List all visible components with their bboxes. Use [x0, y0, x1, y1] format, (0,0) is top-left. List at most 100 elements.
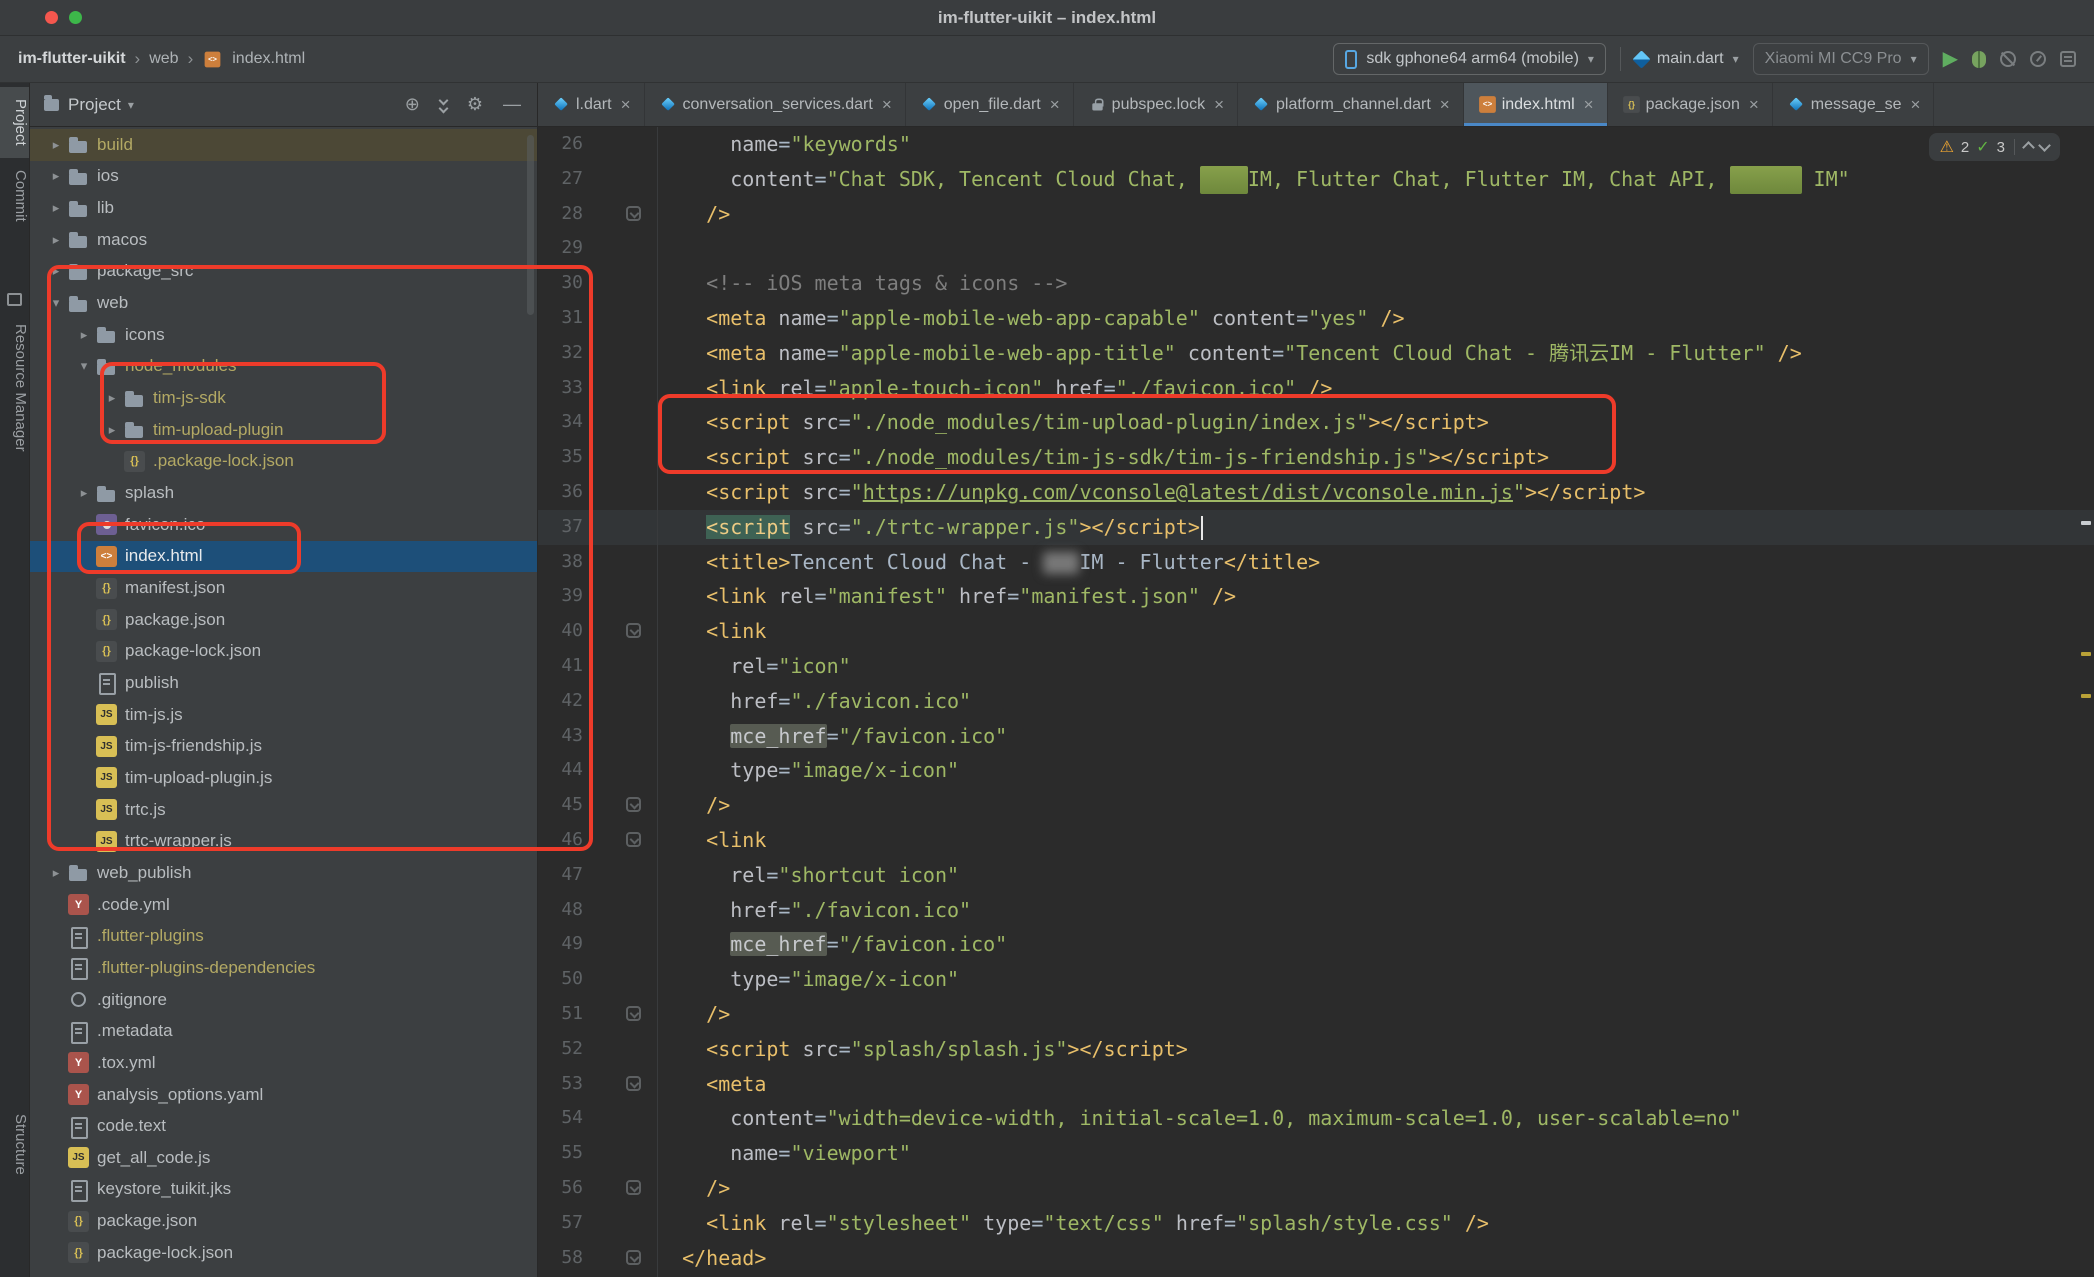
close-tab-icon[interactable]: ×	[1749, 95, 1759, 115]
collapse-all-icon[interactable]	[440, 97, 447, 112]
tree-item-.flutter-plugins[interactable]: .flutter-plugins	[30, 920, 537, 952]
fold-marker-icon[interactable]	[626, 206, 641, 221]
breadcrumb-folder[interactable]: web	[149, 50, 178, 68]
chevron-right-icon[interactable]: ▸	[44, 232, 68, 248]
tree-item-manifest.json[interactable]: manifest.json	[30, 572, 537, 604]
chevron-right-icon[interactable]: ▸	[44, 263, 68, 279]
tree-item-tim-upload-plugin.js[interactable]: tim-upload-plugin.js	[30, 762, 537, 794]
tree-item-package-lock.json[interactable]: package-lock.json	[30, 636, 537, 668]
next-problem-icon[interactable]	[2038, 139, 2051, 152]
close-tab-icon[interactable]: ×	[1584, 95, 1594, 115]
tree-item-web[interactable]: ▾web	[30, 287, 537, 319]
tree-item-splash[interactable]: ▸splash	[30, 477, 537, 509]
close-tab-icon[interactable]: ×	[621, 95, 631, 115]
code-line-43[interactable]: mce_href="/favicon.ico"	[658, 719, 2094, 754]
tree-item-trtc.js[interactable]: trtc.js	[30, 794, 537, 826]
chevron-right-icon[interactable]: ▸	[72, 327, 96, 343]
chevron-right-icon[interactable]: ▸	[100, 422, 124, 438]
stripe-mark[interactable]	[2081, 521, 2091, 525]
code-line-45[interactable]: />	[658, 788, 2094, 823]
tool-tab-commit[interactable]: Commit	[0, 158, 29, 234]
tool-tab-resource-manager[interactable]: Resource Manager	[0, 312, 29, 464]
code-line-51[interactable]: />	[658, 997, 2094, 1032]
fold-marker-icon[interactable]	[626, 1076, 641, 1091]
profiler-icon[interactable]	[2030, 51, 2046, 67]
device-selector[interactable]: sdk gphone64 arm64 (mobile) ▾	[1333, 43, 1606, 75]
code-line-38[interactable]: <title>Tencent Cloud Chat - IM - Flutter…	[658, 545, 2094, 580]
code-line-46[interactable]: <link	[658, 823, 2094, 858]
editor-tab-open_file.dart[interactable]: open_file.dart×	[906, 83, 1074, 126]
tree-item-.metadata[interactable]: .metadata	[30, 1015, 537, 1047]
fold-marker-icon[interactable]	[626, 623, 641, 638]
run-config-selector[interactable]: main.dart ▾	[1635, 50, 1739, 68]
code-line-28[interactable]: />	[658, 197, 2094, 232]
stripe-mark[interactable]	[2081, 652, 2091, 656]
code-line-41[interactable]: rel="icon"	[658, 649, 2094, 684]
tree-item-web_publish[interactable]: ▸web_publish	[30, 857, 537, 889]
code-line-37[interactable]: <script src="./trtc-wrapper.js"></script…	[658, 510, 2094, 545]
tree-item-.tox.yml[interactable]: .tox.yml	[30, 1047, 537, 1079]
editor-tab-l.dart[interactable]: l.dart×	[538, 83, 645, 126]
code-line-26[interactable]: name="keywords"	[658, 127, 2094, 162]
tree-item-code.text[interactable]: code.text	[30, 1110, 537, 1142]
code-line-58[interactable]: </head>	[658, 1241, 2094, 1276]
breadcrumb-file[interactable]: index.html	[232, 50, 305, 68]
tree-item-lib[interactable]: ▸lib	[30, 192, 537, 224]
code-line-27[interactable]: content="Chat SDK, Tencent Cloud Chat, I…	[658, 162, 2094, 197]
tree-item-.code.yml[interactable]: .code.yml	[30, 889, 537, 921]
code-line-48[interactable]: href="./favicon.ico"	[658, 893, 2094, 928]
tree-item-package_src[interactable]: ▸package_src	[30, 256, 537, 288]
code-line-54[interactable]: content="width=device-width, initial-sca…	[658, 1101, 2094, 1136]
close-tab-icon[interactable]: ×	[1050, 95, 1060, 115]
tree-item-build[interactable]: ▸build	[30, 129, 537, 161]
code-line-40[interactable]: <link	[658, 614, 2094, 649]
resource-manager-icon[interactable]	[7, 293, 22, 306]
tree-item-.flutter-plugins-dependencies[interactable]: .flutter-plugins-dependencies	[30, 952, 537, 984]
breadcrumb-project[interactable]: im-flutter-uikit	[18, 50, 126, 68]
chevron-right-icon[interactable]: ▸	[100, 390, 124, 406]
tool-tab-structure[interactable]: Structure	[0, 1102, 29, 1187]
editor-tab-platform_channel.dart[interactable]: platform_channel.dart×	[1238, 83, 1464, 126]
chevron-right-icon[interactable]: ▸	[44, 137, 68, 153]
fold-marker-icon[interactable]	[626, 1250, 641, 1265]
editor-tab-message_se[interactable]: message_se×	[1773, 83, 1935, 126]
tree-item-macos[interactable]: ▸macos	[30, 224, 537, 256]
fold-marker-icon[interactable]	[626, 1180, 641, 1195]
code-line-53[interactable]: <meta	[658, 1067, 2094, 1102]
chevron-right-icon[interactable]: ▸	[44, 200, 68, 216]
code-line-36[interactable]: <script src="https://unpkg.com/vconsole@…	[658, 475, 2094, 510]
code-line-57[interactable]: <link rel="stylesheet" type="text/css" h…	[658, 1206, 2094, 1241]
editor-tab-index.html[interactable]: index.html×	[1464, 83, 1608, 126]
code-line-34[interactable]: <script src="./node_modules/tim-upload-p…	[658, 405, 2094, 440]
tree-item-tim-upload-plugin[interactable]: ▸tim-upload-plugin	[30, 414, 537, 446]
close-tab-icon[interactable]: ×	[1214, 95, 1224, 115]
secondary-device-selector[interactable]: Xiaomi MI CC9 Pro ▾	[1753, 43, 1929, 75]
settings-gear-icon[interactable]: ⚙	[467, 94, 483, 115]
inspections-widget[interactable]: ⚠ 2 ✓ 3	[1929, 133, 2060, 161]
code-line-31[interactable]: <meta name="apple-mobile-web-app-capable…	[658, 301, 2094, 336]
chevron-down-icon[interactable]: ▾	[44, 295, 68, 311]
editor-tab-pubspec.lock[interactable]: pubspec.lock×	[1074, 83, 1238, 126]
tree-scrollbar[interactable]	[527, 135, 534, 315]
close-tab-icon[interactable]: ×	[1440, 95, 1450, 115]
tree-item-tim-js-sdk[interactable]: ▸tim-js-sdk	[30, 382, 537, 414]
run-button[interactable]: ▶	[1943, 49, 1958, 69]
tree-item-package.json[interactable]: package.json	[30, 1205, 537, 1237]
tree-item-.package-lock.json[interactable]: .package-lock.json	[30, 446, 537, 478]
chevron-right-icon[interactable]: ▸	[44, 865, 68, 881]
code-line-29[interactable]	[658, 231, 2094, 266]
code-line-42[interactable]: href="./favicon.ico"	[658, 684, 2094, 719]
attach-debugger-icon[interactable]	[2000, 51, 2016, 67]
tree-item-ios[interactable]: ▸ios	[30, 161, 537, 193]
chevron-right-icon[interactable]: ▸	[72, 485, 96, 501]
tool-tab-project[interactable]: Project	[0, 87, 29, 158]
tree-item-pubspec.lock[interactable]: pubspec.lock	[30, 1269, 537, 1277]
debug-button[interactable]	[1972, 51, 1986, 68]
previous-problem-icon[interactable]	[2022, 141, 2035, 154]
fold-marker-icon[interactable]	[626, 1006, 641, 1021]
tree-item-publish[interactable]: publish	[30, 667, 537, 699]
code-line-35[interactable]: <script src="./node_modules/tim-js-sdk/t…	[658, 440, 2094, 475]
tree-item-index.html[interactable]: index.html	[30, 541, 537, 573]
code-line-32[interactable]: <meta name="apple-mobile-web-app-title" …	[658, 336, 2094, 371]
code-line-55[interactable]: name="viewport"	[658, 1136, 2094, 1171]
